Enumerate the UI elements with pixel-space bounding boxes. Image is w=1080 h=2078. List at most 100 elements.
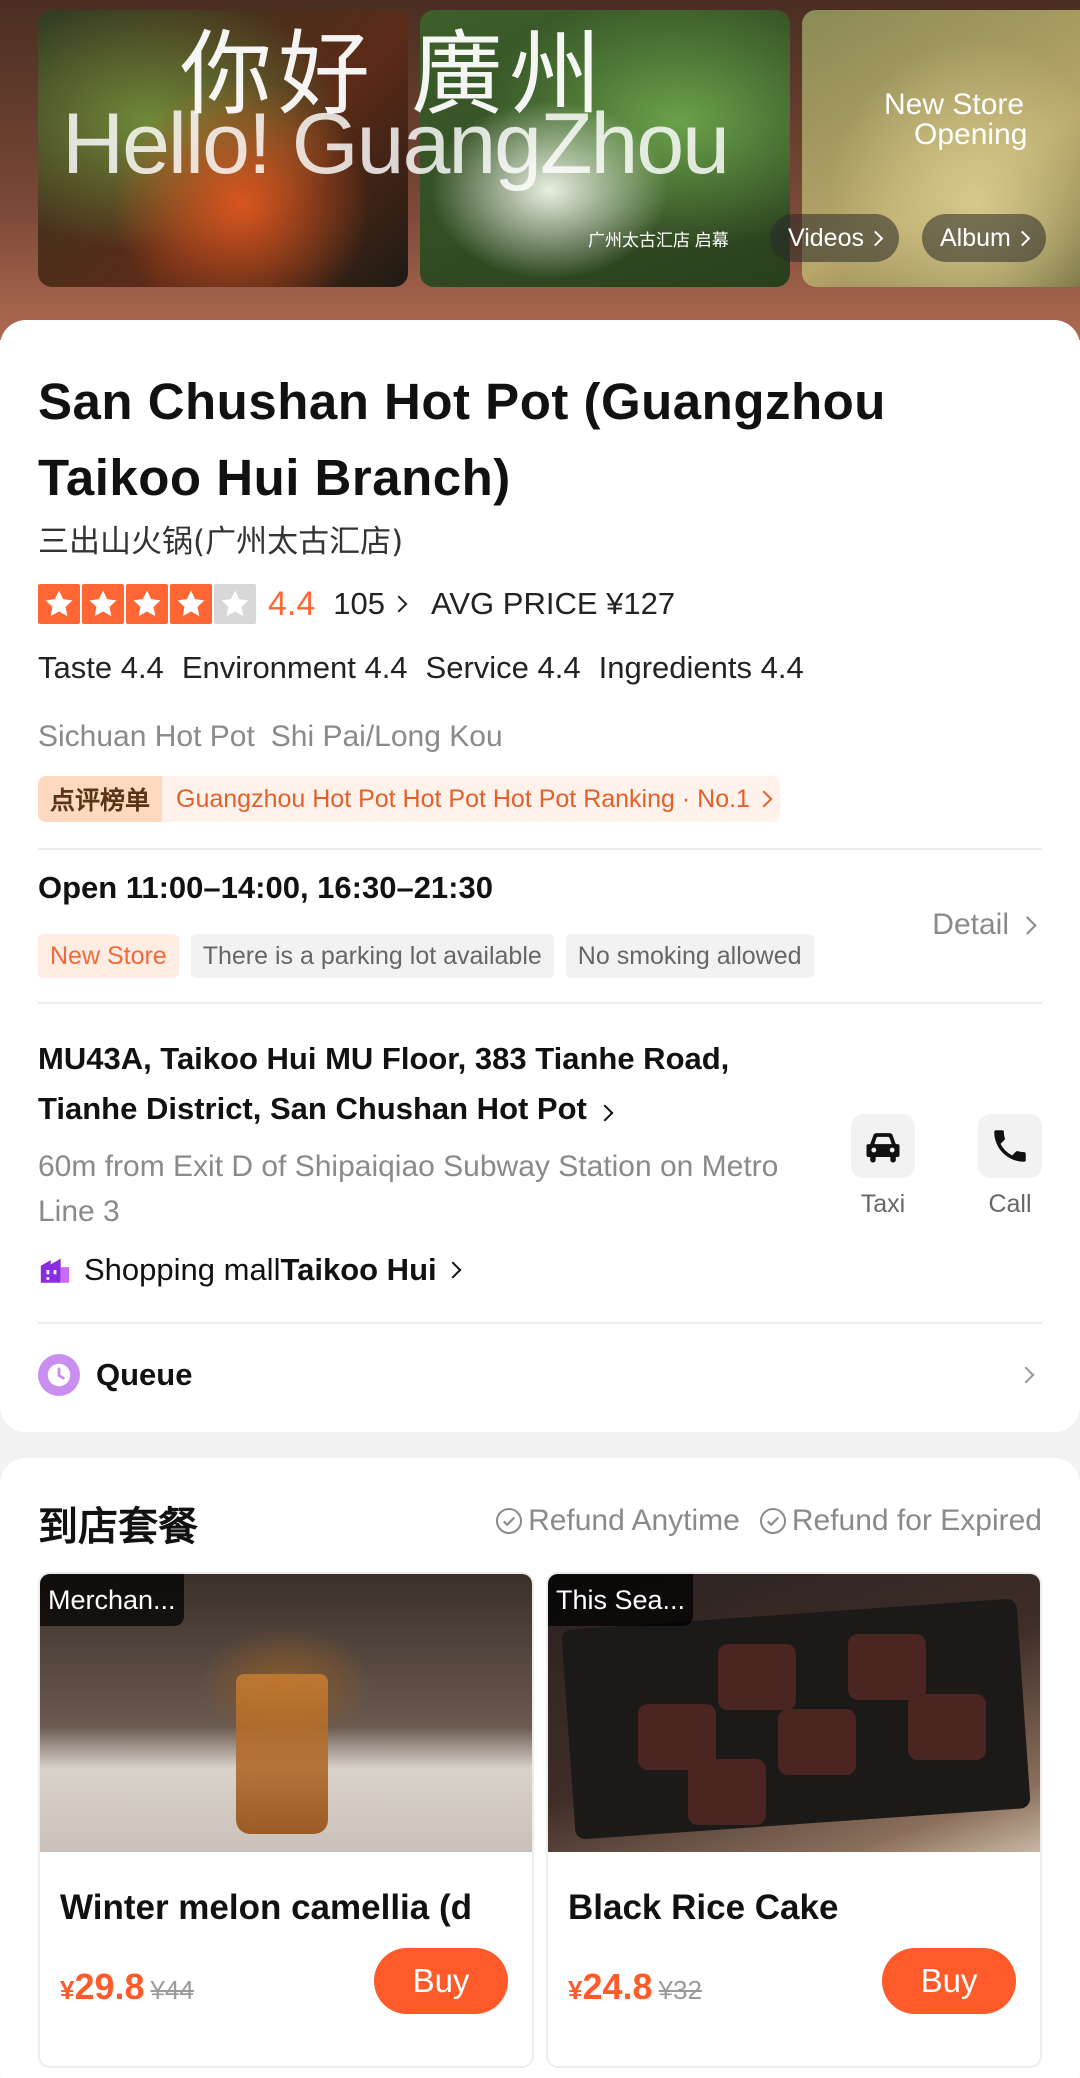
chevron-right-icon — [1018, 915, 1037, 935]
address-link[interactable]: MU43A, Taikoo Hui MU Floor, 383 Tianhe R… — [38, 1034, 758, 1134]
videos-button[interactable]: Videos — [770, 214, 899, 262]
feature-tags: New Store There is a parking lot availab… — [38, 934, 814, 978]
chevron-right-icon — [1014, 230, 1031, 246]
opening-hours: Open 11:00–14:00, 16:30–21:30 — [38, 870, 493, 905]
product-badge: Merchan... — [40, 1574, 184, 1626]
refund-anytime-label: Refund Anytime — [528, 1504, 740, 1537]
check-circle-icon — [496, 1508, 523, 1534]
chevron-right-icon — [444, 1261, 462, 1279]
refund-policies: Refund Anytime Refund for Expired — [496, 1504, 1042, 1538]
parking-tag: There is a parking lot available — [190, 934, 554, 978]
subscore-service: Service 4.4 — [425, 650, 581, 685]
package-item[interactable]: Merchan... Winter melon camellia (d ¥29.… — [38, 1572, 534, 2068]
check-circle-icon — [759, 1508, 786, 1534]
mall-name: Taikoo Hui — [280, 1252, 437, 1287]
package-section-title: 到店套餐 — [38, 1504, 198, 1550]
chevron-right-icon — [1017, 1366, 1035, 1384]
hero-new-store-text: New Store Opening — [884, 90, 1027, 150]
divider — [38, 1322, 1042, 1324]
car-icon — [851, 1114, 915, 1178]
call-label: Call — [988, 1190, 1032, 1218]
star-empty-icon — [214, 584, 256, 624]
avg-price: AVG PRICE ¥127 — [431, 586, 676, 621]
cake-block — [688, 1759, 766, 1825]
star-icon — [82, 584, 124, 624]
subscore-taste: Taste 4.4 — [38, 650, 164, 685]
buy-button[interactable]: Buy — [882, 1948, 1016, 2014]
package-item[interactable]: This Sea... Black Rice Cake ¥24.8 ¥32 Bu… — [546, 1572, 1042, 2068]
chevron-right-icon — [390, 595, 408, 613]
ranking-banner[interactable]: 点评榜单 Guangzhou Hot Pot Hot Pot Hot Pot R… — [38, 776, 780, 822]
mall-prefix: Shopping mall — [84, 1252, 281, 1287]
price-row: ¥24.8 ¥32 — [568, 1966, 702, 2008]
cake-block — [718, 1644, 796, 1710]
refund-expired: Refund for Expired — [759, 1504, 1042, 1538]
store-title-cn: 三出山火锅(广州太古汇店) — [38, 524, 404, 560]
rating-score: 4.4 — [268, 584, 316, 623]
chevron-right-icon — [867, 230, 884, 246]
review-count: 105 — [333, 586, 385, 621]
product-price: ¥29.8 — [60, 1966, 145, 2008]
store-info-card: San Chushan Hot Pot (Guangzhou Taikoo Hu… — [0, 320, 1080, 1432]
hero-gallery[interactable]: 你好 廣州 Hello! GuangZhou New Store Opening… — [0, 0, 1080, 340]
hero-en-text: Hello! GuangZhou — [62, 96, 730, 192]
drink-glass-image — [236, 1674, 328, 1834]
ranking-text: Guangzhou Hot Pot Hot Pot Hot Pot Rankin… — [162, 784, 773, 814]
store-title: San Chushan Hot Pot (Guangzhou Taikoo Hu… — [38, 373, 886, 506]
phone-icon — [978, 1114, 1042, 1178]
price-row: ¥29.8 ¥44 — [60, 1966, 194, 2008]
new-store-line2: Opening — [914, 118, 1028, 151]
shopping-mall-link[interactable]: Shopping mall Taikoo Hui — [38, 1252, 462, 1288]
star-icon — [38, 584, 80, 624]
category-tag: Shi Pai/Long Kou — [270, 720, 503, 753]
product-price: ¥24.8 — [568, 1966, 653, 2008]
category-tag: Sichuan Hot Pot — [38, 720, 255, 753]
refund-anytime: Refund Anytime — [496, 1504, 740, 1538]
detail-label: Detail — [932, 908, 1009, 941]
hero-branch-caption: 广州太古汇店 启幕 — [588, 231, 729, 250]
currency-symbol: ¥ — [568, 1975, 583, 2005]
refund-expired-label: Refund for Expired — [791, 1504, 1042, 1537]
divider — [38, 848, 1042, 850]
review-count-link[interactable]: 105 — [333, 586, 408, 622]
queue-row[interactable]: Queue — [38, 1354, 1042, 1396]
shopping-mall-icon — [40, 1258, 70, 1283]
divider — [38, 1002, 1042, 1004]
buy-button[interactable]: Buy — [374, 1948, 508, 2014]
original-price: ¥44 — [150, 1975, 194, 2005]
product-name: Black Rice Cake — [568, 1888, 839, 1927]
ranking-label: Guangzhou Hot Pot Hot Pot Hot Pot Rankin… — [176, 784, 750, 813]
new-store-line1: New Store — [884, 88, 1025, 121]
product-name: Winter melon camellia (d — [60, 1888, 473, 1927]
cake-block — [908, 1694, 986, 1760]
chevron-right-icon — [755, 790, 773, 808]
price-value: 29.8 — [74, 1966, 145, 2007]
metro-info: 60m from Exit D of Shipaiqiao Subway Sta… — [38, 1150, 779, 1228]
original-price: ¥32 — [658, 1975, 702, 2005]
cake-block — [848, 1634, 926, 1700]
queue-label: Queue — [96, 1357, 193, 1392]
package-card: 到店套餐 Refund Anytime Refund for Expired M… — [0, 1458, 1080, 2078]
ranking-badge: 点评榜单 — [38, 776, 163, 822]
star-icon — [126, 584, 168, 624]
album-label: Album — [940, 223, 1011, 252]
detail-link[interactable]: Detail — [932, 908, 1037, 942]
cake-block — [778, 1709, 856, 1775]
product-badge: This Sea... — [548, 1574, 694, 1626]
chevron-right-icon — [596, 1104, 614, 1122]
currency-symbol: ¥ — [60, 1975, 75, 2005]
taxi-label: Taxi — [860, 1190, 906, 1218]
clock-icon — [38, 1354, 80, 1396]
star-rating — [38, 584, 256, 624]
address-text: MU43A, Taikoo Hui MU Floor, 383 Tianhe R… — [38, 1041, 730, 1126]
videos-label: Videos — [788, 223, 864, 252]
album-button[interactable]: Album — [922, 214, 1046, 262]
star-icon — [170, 584, 212, 624]
store-categories: Sichuan Hot Pot Shi Pai/Long Kou — [38, 720, 503, 754]
taxi-button[interactable]: Taxi — [846, 1114, 920, 1219]
call-button[interactable]: Call — [973, 1114, 1047, 1219]
subscores: Taste 4.4 Environment 4.4 Service 4.4 In… — [38, 650, 804, 686]
no-smoking-tag: No smoking allowed — [565, 934, 814, 978]
new-store-tag: New Store — [38, 934, 179, 978]
rating-row: 4.4 105 AVG PRICE ¥127 — [38, 584, 675, 624]
